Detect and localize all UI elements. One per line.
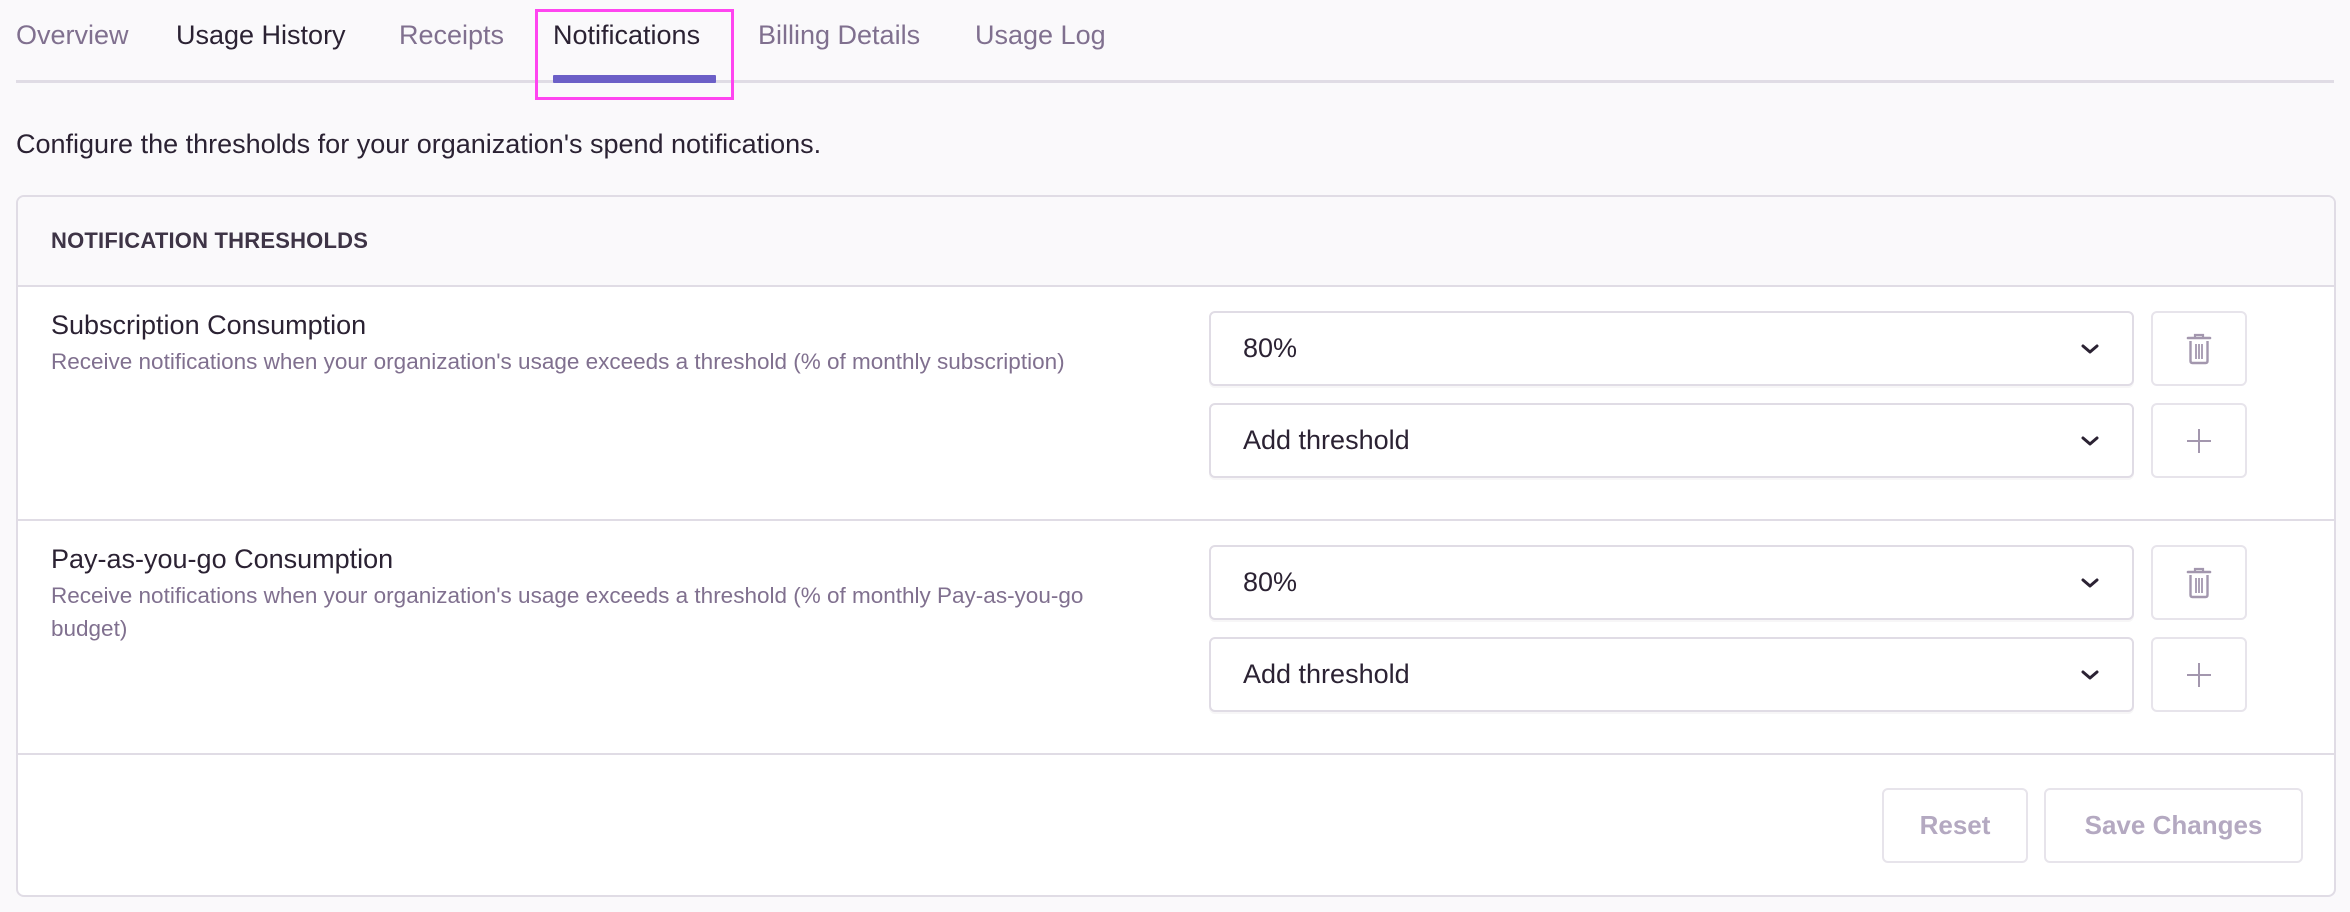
trash-icon <box>2186 567 2212 598</box>
tab-usage-history[interactable]: Usage History <box>176 18 346 52</box>
chevron-down-icon <box>2081 578 2099 587</box>
delete-threshold-button[interactable] <box>2151 545 2247 620</box>
tab-bar: Overview Usage History Receipts Notifica… <box>16 0 2334 83</box>
chevron-down-icon <box>2081 436 2099 445</box>
tab-overview[interactable]: Overview <box>16 18 129 52</box>
chevron-down-icon <box>2081 344 2099 353</box>
panel-footer: Reset Save Changes <box>18 755 2334 895</box>
add-threshold-button[interactable] <box>2151 403 2247 478</box>
add-threshold-select[interactable]: Add threshold <box>1209 403 2134 478</box>
row-label: Pay-as-you-go Consumption Receive notifi… <box>51 541 1161 645</box>
row-label: Subscription Consumption Receive notific… <box>51 307 1161 378</box>
tab-usage-log[interactable]: Usage Log <box>975 18 1106 52</box>
add-threshold-placeholder: Add threshold <box>1243 425 1410 455</box>
notification-thresholds-panel: NOTIFICATION THRESHOLDS Subscription Con… <box>16 195 2336 897</box>
row-title: Subscription Consumption <box>51 310 367 340</box>
threshold-select[interactable]: 80% <box>1209 311 2134 386</box>
tab-billing-details[interactable]: Billing Details <box>758 18 920 52</box>
plus-icon <box>2187 428 2211 453</box>
add-threshold-select[interactable]: Add threshold <box>1209 637 2134 712</box>
row-title: Pay-as-you-go Consumption <box>51 544 394 574</box>
plus-icon <box>2187 662 2211 687</box>
threshold-row-pay-as-you-go: Pay-as-you-go Consumption Receive notifi… <box>18 521 2334 755</box>
trash-icon <box>2186 333 2212 364</box>
chevron-down-icon <box>2081 670 2099 679</box>
page-description: Configure the thresholds for your organi… <box>16 129 822 159</box>
threshold-select-value: 80% <box>1243 333 1298 363</box>
reset-button[interactable]: Reset <box>1882 788 2028 863</box>
delete-threshold-button[interactable] <box>2151 311 2247 386</box>
billing-notifications-page: Overview Usage History Receipts Notifica… <box>0 0 2350 912</box>
save-changes-button[interactable]: Save Changes <box>2044 788 2303 863</box>
panel-header: NOTIFICATION THRESHOLDS <box>18 197 2334 287</box>
tab-receipts[interactable]: Receipts <box>399 18 504 52</box>
threshold-row-subscription: Subscription Consumption Receive notific… <box>18 287 2334 521</box>
add-threshold-button[interactable] <box>2151 637 2247 712</box>
threshold-select[interactable]: 80% <box>1209 545 2134 620</box>
panel-title: NOTIFICATION THRESHOLDS <box>51 228 369 253</box>
row-description: Receive notifications when your organiza… <box>51 583 1084 641</box>
add-threshold-placeholder: Add threshold <box>1243 659 1410 689</box>
active-tab-indicator <box>553 75 716 83</box>
row-description: Receive notifications when your organiza… <box>51 349 1065 374</box>
tab-notifications[interactable]: Notifications <box>553 18 700 52</box>
threshold-select-value: 80% <box>1243 567 1298 597</box>
